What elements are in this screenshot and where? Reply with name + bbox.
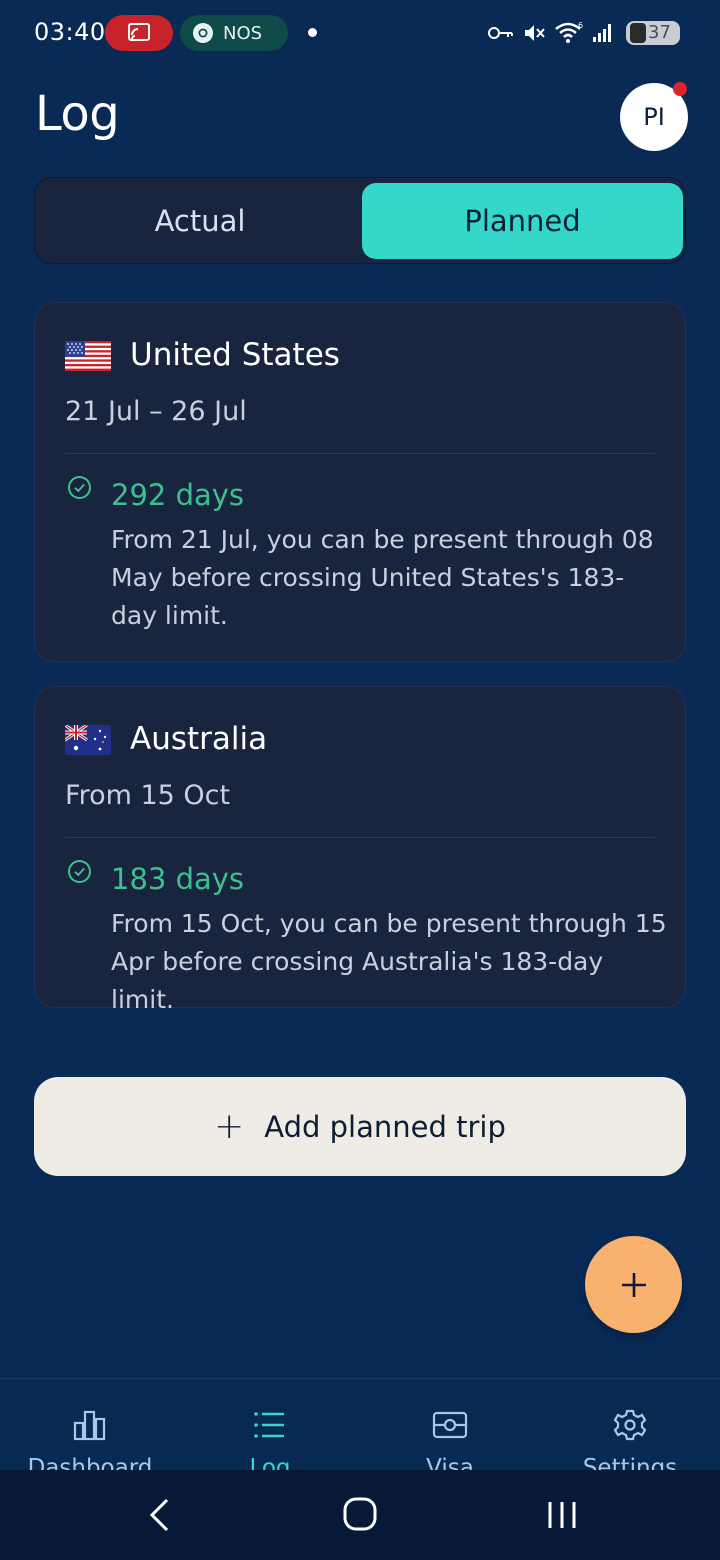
nav-log[interactable]: Log [180,1379,360,1481]
trip-days-remaining: 292 days [111,478,245,512]
home-icon[interactable] [343,1497,377,1531]
chrome-indicator[interactable]: NOS [180,15,288,51]
bar-chart-icon [73,1410,106,1441]
plus-icon [621,1272,646,1297]
card-divider [65,453,655,454]
card-divider [65,837,655,838]
tab-actual[interactable]: Actual [39,183,361,259]
list-icon [254,1412,284,1438]
cast-indicator[interactable] [105,15,173,51]
trip-description: From 21 Jul, you can be present through … [111,525,654,630]
recent-apps-icon[interactable] [547,1500,577,1530]
trip-card-united-states[interactable]: United States 21 Jul – 26 Jul 292 days F… [34,302,686,662]
battery-level: 37 [648,22,671,43]
notification-dot [308,28,317,37]
avatar-notification-dot [673,82,687,96]
trip-country: United States [130,337,340,373]
log-segmented-control: Actual Planned [34,177,686,264]
battery-icon: 37 [626,21,680,45]
nav-visa[interactable]: Visa [360,1379,540,1481]
check-circle-icon [68,860,91,883]
status-time: 03:40 [34,18,106,46]
trip-country: Australia [130,721,268,757]
system-navigation-bar [0,1470,720,1560]
us-flag-icon [65,341,111,371]
page-title: Log [35,86,120,142]
check-circle-icon [68,476,91,499]
trip-dates: 21 Jul – 26 Jul [65,396,247,427]
mute-icon [525,25,545,41]
trip-dates: From 15 Oct [65,780,231,811]
back-icon[interactable] [147,1498,171,1532]
signal-icon [593,24,611,42]
key-icon [488,27,513,39]
bottom-navigation: Dashboard Log Visa Settings [0,1378,720,1481]
gear-icon [613,1409,647,1441]
trip-card-australia[interactable]: Australia From 15 Oct 183 days From 15 O… [34,686,686,1014]
australia-flag-icon [65,725,111,755]
trip-days-remaining: 183 days [111,862,245,896]
plus-icon: + [214,1106,245,1147]
trip-description: From 15 Oct, you can be present through … [111,909,667,1014]
app-pill-label: NOS [223,23,263,44]
svg-text:6: 6 [578,21,583,30]
add-planned-trip-button[interactable]: + Add planned trip [34,1077,686,1176]
status-bar: 03:40 NOS 6 37 [0,0,720,68]
add-fab-button[interactable] [585,1236,682,1333]
tab-planned[interactable]: Planned [362,183,683,259]
passport-icon [432,1411,468,1439]
nav-settings[interactable]: Settings [540,1379,720,1481]
status-icons: 6 37 [488,20,680,46]
cast-icon [128,23,150,41]
nav-dashboard[interactable]: Dashboard [0,1379,180,1481]
add-planned-trip-label: Add planned trip [264,1109,506,1144]
chrome-icon [193,23,213,43]
wifi-icon: 6 [555,21,583,43]
